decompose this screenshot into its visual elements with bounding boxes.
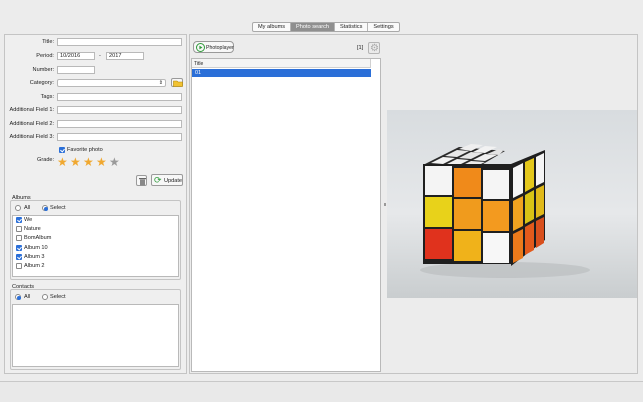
album-label-album-10: Album 10 bbox=[24, 245, 48, 251]
album-label-album-3: Album 3 bbox=[24, 254, 45, 260]
albums-all-label: All bbox=[24, 205, 31, 211]
title-label: Title: bbox=[42, 39, 54, 45]
tab-photo-search[interactable]: Photo search bbox=[291, 23, 336, 31]
splitter-handle[interactable] bbox=[384, 203, 386, 206]
album-checkbox-album-10[interactable] bbox=[16, 245, 22, 251]
album-label-album-2: Album 2 bbox=[24, 263, 45, 269]
albums-select-radio[interactable] bbox=[42, 205, 48, 211]
album-checkbox-we[interactable] bbox=[16, 217, 22, 223]
column-title-header[interactable]: Title bbox=[194, 61, 203, 67]
contacts-list bbox=[12, 304, 179, 367]
results-table bbox=[191, 58, 381, 372]
photoplayer-button[interactable]: Photoplayer bbox=[193, 41, 234, 53]
category-label: Category: bbox=[29, 80, 54, 86]
results-table-header: Title bbox=[192, 59, 371, 68]
album-checkbox-bomalbum[interactable] bbox=[16, 235, 22, 241]
gear-icon: ⚙ bbox=[370, 43, 379, 54]
category-select[interactable]: ⇕ bbox=[57, 79, 166, 87]
period-label: Period: bbox=[36, 53, 54, 59]
album-label-nature: Nature bbox=[24, 226, 41, 232]
additional-field-1-label: Additional Field 1: bbox=[9, 107, 54, 113]
period-from-input[interactable]: 10/2016 bbox=[57, 52, 95, 60]
play-icon bbox=[196, 43, 205, 52]
contacts-select-radio[interactable] bbox=[42, 294, 48, 300]
update-label: Update bbox=[164, 178, 183, 184]
additional-field-1-input[interactable] bbox=[57, 106, 182, 114]
table-row[interactable]: 01 bbox=[192, 69, 371, 77]
clear-button[interactable] bbox=[136, 175, 147, 186]
favorite-photo-label: Favorite photo bbox=[67, 147, 103, 153]
albums-all-radio[interactable] bbox=[15, 205, 21, 211]
rubiks-cube-photo bbox=[387, 110, 637, 298]
grade-label: Grade: bbox=[37, 157, 55, 163]
tab-my-albums[interactable]: My albums bbox=[253, 23, 292, 31]
period-to-input[interactable]: 2017 bbox=[106, 52, 144, 60]
star-icon[interactable]: ★ bbox=[57, 156, 68, 168]
additional-field-3-input[interactable] bbox=[57, 133, 182, 141]
star-icon[interactable]: ★ bbox=[83, 156, 94, 168]
photo-preview bbox=[387, 110, 637, 298]
period-separator: - bbox=[99, 53, 101, 59]
additional-field-2-label: Additional Field 2: bbox=[9, 121, 54, 127]
number-label: Number: bbox=[32, 67, 54, 73]
grade-rating[interactable]: ★ ★ ★ ★ ★ bbox=[57, 156, 123, 170]
album-checkbox-album-2[interactable] bbox=[16, 263, 22, 269]
update-button[interactable]: ⟳ Update bbox=[151, 174, 183, 186]
additional-field-3-label: Additional Field 3: bbox=[9, 134, 54, 140]
chevron-updown-icon: ⇕ bbox=[158, 80, 163, 86]
refresh-icon: ⟳ bbox=[154, 175, 162, 185]
settings-gear-button[interactable]: ⚙ bbox=[368, 42, 380, 54]
trash-icon bbox=[139, 178, 146, 186]
tags-input[interactable] bbox=[57, 93, 182, 101]
star-icon[interactable]: ★ bbox=[96, 156, 107, 168]
additional-field-2-input[interactable] bbox=[57, 120, 182, 128]
album-label-bomalbum: BomAlbum bbox=[24, 235, 52, 241]
album-checkbox-nature[interactable] bbox=[16, 226, 22, 232]
table-cell-title: 01 bbox=[195, 70, 201, 76]
category-browse-button[interactable] bbox=[171, 78, 183, 87]
favorite-photo-checkbox[interactable] bbox=[59, 147, 65, 153]
title-input[interactable] bbox=[57, 38, 182, 46]
tags-label: Tags: bbox=[40, 94, 54, 100]
album-label-we: We bbox=[24, 217, 33, 223]
tab-bar: My albums Photo search Statistics Settin… bbox=[252, 22, 400, 32]
contacts-select-label: Select bbox=[50, 294, 66, 300]
tab-statistics[interactable]: Statistics bbox=[335, 23, 369, 31]
contacts-all-radio[interactable] bbox=[15, 294, 21, 300]
number-input[interactable] bbox=[57, 66, 95, 74]
folder-icon bbox=[173, 80, 183, 87]
photoplayer-label: Photoplayer bbox=[206, 45, 234, 51]
album-checkbox-album-3[interactable] bbox=[16, 254, 22, 260]
albums-select-label: Select bbox=[50, 205, 66, 211]
contacts-all-label: All bbox=[24, 294, 31, 300]
result-count: [1] bbox=[357, 45, 364, 51]
star-icon[interactable]: ★ bbox=[109, 156, 120, 168]
star-icon[interactable]: ★ bbox=[70, 156, 81, 168]
tab-settings[interactable]: Settings bbox=[368, 23, 398, 31]
